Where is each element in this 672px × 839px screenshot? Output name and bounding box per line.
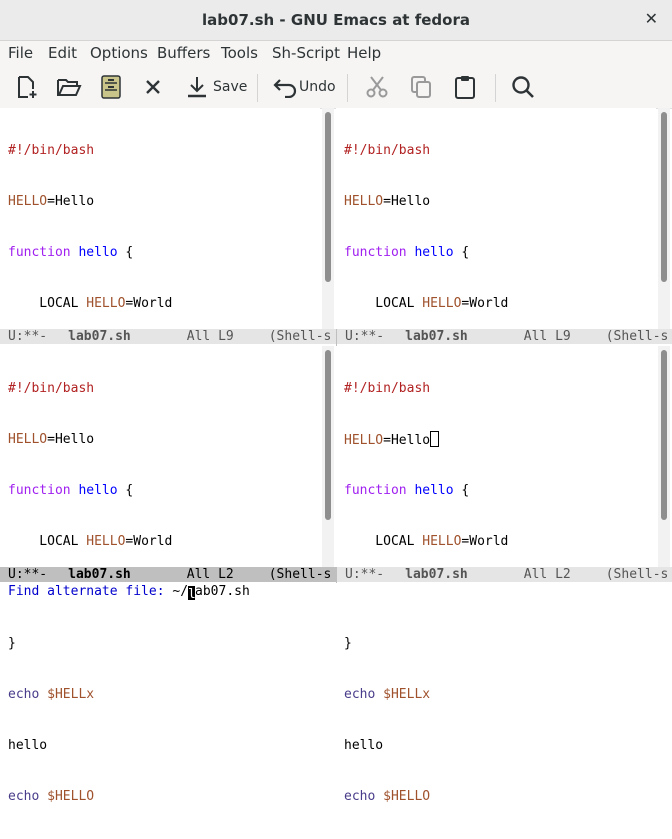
code-line: function hello { [344,245,470,260]
modeline-position: All L2 [523,567,571,582]
code-line: LOCAL HELLO=World [344,534,509,549]
title-bar: lab07.sh - GNU Emacs at fedora ✕ [0,0,672,41]
paste-button[interactable] [454,74,476,100]
save-button[interactable]: Save [186,74,247,100]
code-line: HELLO=Hello [8,194,95,209]
code-line: echo $HELLO [344,789,431,804]
modeline-top-right: U:**- lab07.sh All L9 (Shell-s [337,329,672,344]
scrollbar-bottom-left[interactable] [322,346,334,567]
editor-window-bottom-left[interactable]: #!/bin/bash HELLO=Hello function hello {… [0,346,320,804]
scrollbar-thumb[interactable] [325,350,331,520]
scrollbar-thumb[interactable] [661,350,667,520]
save-icon [188,77,206,98]
code-line: hello [344,738,384,753]
toolbar-separator [257,74,258,102]
modeline-buffer-name[interactable]: lab07.sh [68,329,131,344]
editor-window-top-right[interactable]: #!/bin/bash HELLO=Hello function hello {… [336,108,656,567]
scrollbar-top-left[interactable] [322,108,334,329]
new-file-button[interactable] [14,74,38,100]
code-line: #!/bin/bash [8,143,95,158]
close-x-icon [146,80,160,94]
modeline-buffer-name[interactable]: lab07.sh [405,329,468,344]
search-button[interactable] [511,74,535,100]
copy-button[interactable] [409,74,433,100]
text-cursor [430,431,440,447]
editor-window-top-left[interactable]: #!/bin/bash HELLO=Hello function hello {… [0,108,320,567]
minibuffer-prompt: Find alternate file: [8,584,173,599]
menu-bar: File Edit Options Buffers Tools Sh-Scrip… [0,41,672,66]
code-line: HELLO=Hello [8,432,95,447]
modeline-status: U:**- [8,567,48,582]
window-title: lab07.sh - GNU Emacs at fedora [202,11,470,29]
minibuffer-input-prefix[interactable]: ~/ [172,584,188,599]
code-line: } [344,636,352,651]
modeline-mode[interactable]: (Shell-s [606,329,669,344]
code-line: #!/bin/bash [344,143,431,158]
code-line: echo $HELLO [8,789,95,804]
kill-buffer-button[interactable] [144,74,162,100]
modeline-mode[interactable]: (Shell-s [269,329,332,344]
modeline-buffer-name[interactable]: lab07.sh [68,567,131,582]
modeline-buffer-name[interactable]: lab07.sh [405,567,468,582]
undo-icon [273,79,297,98]
code-line: function hello { [344,483,470,498]
code-line: LOCAL HELLO=World [344,296,509,311]
modeline-status: U:**- [8,329,48,344]
menu-buffers[interactable]: Buffers [157,44,210,62]
dired-button[interactable] [100,74,122,100]
search-icon [512,76,534,98]
toolbar: Save Undo [0,66,672,109]
toolbar-separator [347,74,348,102]
menu-help[interactable]: Help [347,44,381,62]
open-file-button[interactable] [56,74,82,100]
scrollbar-top-right[interactable] [658,108,670,329]
modeline-position: All L2 [186,567,234,582]
code-line: HELLO=Hello [344,431,508,448]
scrollbar-thumb[interactable] [325,112,331,282]
menu-file[interactable]: File [8,44,33,62]
modeline-status: U:**- [345,329,385,344]
modeline-status: U:**- [345,567,385,582]
code-line: #!/bin/bash [344,381,431,396]
close-icon[interactable]: ✕ [645,9,658,28]
scrollbar-thumb[interactable] [661,112,667,282]
code-line: LOCAL HELLO=World [8,296,173,311]
minibuffer-cursor: l [188,586,196,602]
toolbar-separator [495,74,496,102]
modeline-position: All L9 [523,329,571,344]
code-line: echo $HELLx [344,687,431,702]
minibuffer[interactable]: Find alternate file: ~/lab07.sh [0,583,672,603]
code-line: #!/bin/bash [8,381,95,396]
modeline-position: All L9 [186,329,234,344]
save-label: Save [213,79,248,95]
new-file-icon [18,76,37,98]
code-line: function hello { [8,483,134,498]
editor-window-bottom-right[interactable]: #!/bin/bash HELLO=Hello function hello {… [336,346,656,804]
minibuffer-input-suffix[interactable]: ab07.sh [195,584,250,599]
modeline-mode[interactable]: (Shell-s [606,567,669,582]
code-line: hello [8,738,48,753]
scissors-icon [366,76,388,98]
undo-label: Undo [299,79,336,95]
modeline-bottom-left: U:**- lab07.sh All L2 (Shell-s [0,567,336,582]
folder-open-icon [57,79,82,96]
code-line: } [8,636,16,651]
cabinet-icon [101,75,121,99]
code-line: function hello { [8,245,134,260]
undo-button[interactable]: Undo [272,74,336,100]
scrollbar-bottom-right[interactable] [658,346,670,567]
menu-sh-script[interactable]: Sh-Script [272,44,340,62]
modeline-mode[interactable]: (Shell-s [269,567,332,582]
menu-tools[interactable]: Tools [221,44,258,62]
code-line: LOCAL HELLO=World [8,534,173,549]
code-line: HELLO=Hello [344,194,431,209]
modeline-bottom-right: U:**- lab07.sh All L2 (Shell-s [337,567,672,582]
copy-icon [411,76,431,98]
menu-options[interactable]: Options [90,44,148,62]
clipboard-icon [455,76,475,99]
menu-edit[interactable]: Edit [48,44,77,62]
modeline-top-left: U:**- lab07.sh All L9 (Shell-s [0,329,336,344]
cut-button[interactable] [365,74,389,100]
code-line: echo $HELLx [8,687,95,702]
